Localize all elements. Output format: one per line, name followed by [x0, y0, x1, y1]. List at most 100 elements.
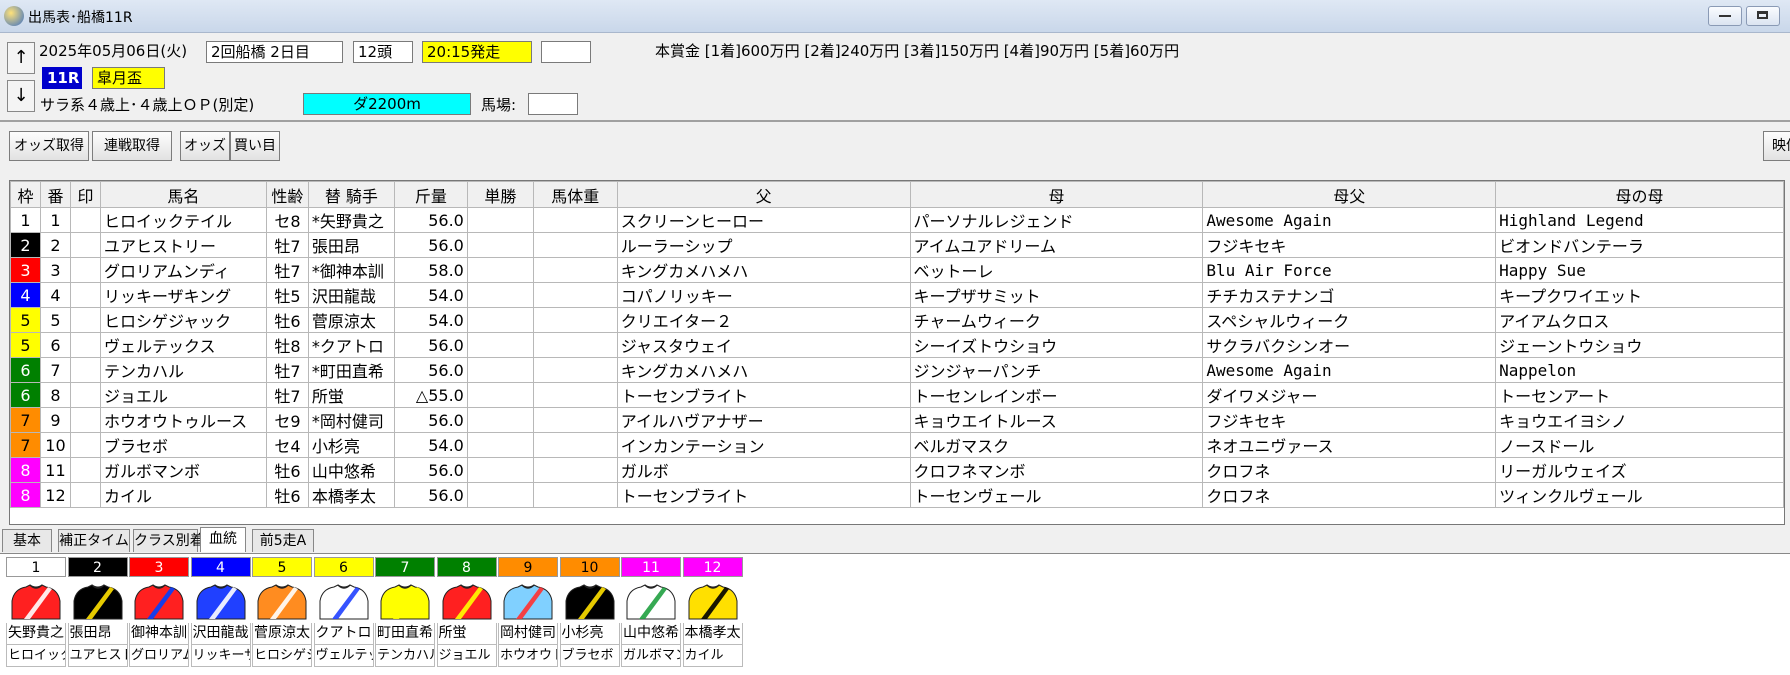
silk-slot[interactable]: 10 小杉亮 ブラセボ: [559, 557, 620, 671]
cell-damdam: Highland Legend: [1495, 207, 1784, 233]
table-row[interactable]: 3 3 グロリアムンディ 牡7 *御神本訓 58.0 キングカメハメハ ベットーレ Blu Ai…: [10, 257, 1784, 283]
table-row[interactable]: 1 1 ヒロイックテイル セ8 *矢野貴之 56.0 スクリーンヒーロー パーソナルレジェンド…: [10, 207, 1784, 233]
kaime-button[interactable]: 買い目: [230, 131, 280, 161]
table-row[interactable]: 6 7 テンカハル 牡7 *町田直希 56.0 キングカメハメハ ジンジャーパンチ Awesom…: [10, 357, 1784, 383]
cell-tansho: [466, 357, 534, 383]
next-race-button[interactable]: ↓: [7, 80, 35, 112]
silk-jockey-name: 岡村健司: [498, 623, 558, 645]
cell-name: カイル: [99, 482, 267, 508]
minimize-button[interactable]: [1708, 6, 1742, 26]
cell-sexage: 牡7: [265, 232, 309, 258]
col-ban[interactable]: 番: [39, 181, 71, 208]
tab-pedigree[interactable]: 血統: [200, 527, 246, 552]
table-row[interactable]: 5 5 ヒロシゲジャック 牡6 菅原涼太 54.0 クリエイター２ チャームウィーク スペシャル…: [10, 307, 1784, 333]
renpuku-fetch-button[interactable]: 連戦取得: [92, 131, 172, 161]
track-condition[interactable]: [528, 93, 578, 115]
cell-sire: アイルハヴアナザー: [616, 407, 911, 433]
jockey-silk-icon: [11, 584, 61, 620]
col-bataiju[interactable]: 馬体重: [532, 181, 618, 208]
cell-name: テンカハル: [99, 357, 267, 383]
tab-corrected-time[interactable]: 補正タイム: [58, 529, 130, 552]
silk-jockey-name: クアトロ: [313, 623, 374, 645]
silk-slot[interactable]: 8 所蛍 ジョエル: [436, 557, 497, 671]
col-sire[interactable]: 父: [616, 181, 911, 208]
table-row[interactable]: 2 2 ユアヒストリー 牡7 張田昂 56.0 ルーラーシップ アイムユアドリーム フジキセキビ…: [10, 232, 1784, 258]
jockey-silk-icon: [319, 584, 368, 620]
table-row[interactable]: 5 6 ヴェルテックス 牡8 *クアトロ 56.0 ジャスタウェイ シーイズトウショウ サクラバ…: [10, 332, 1784, 358]
table-row[interactable]: 4 4 リッキーザキング 牡5 沢田龍哉 54.0 コパノリッキー キープザサミット チチカステ…: [10, 282, 1784, 308]
table-row[interactable]: 7 10 ブラセボ セ4 小杉亮 54.0 インカンテーション ベルガマスク ネオユニヴァースノ…: [10, 432, 1784, 458]
cell-weight: △55.0: [393, 382, 468, 408]
silk-jockey-name: 小杉亮: [559, 623, 620, 645]
cell-ban: 7: [39, 357, 71, 383]
cell-name: ヴェルテックス: [99, 332, 267, 358]
track-label: 馬場:: [481, 96, 517, 114]
col-damsire[interactable]: 母父: [1202, 181, 1497, 208]
cell-jockey: 菅原涼太: [307, 307, 395, 333]
race-date: 2025年05月06日(火): [39, 42, 188, 60]
cell-damsire: Blu Air Force: [1202, 257, 1497, 283]
table-row[interactable]: 8 11 ガルボマンボ 牡6 山中悠希 56.0 ガルボ クロフネマンボ クロフネ リーガルウェイ…: [10, 457, 1784, 483]
col-damdam[interactable]: 母の母: [1495, 181, 1784, 208]
silk-slot[interactable]: 5 菅原涼太ヒロシゲシ: [252, 557, 312, 671]
tab-last5[interactable]: 前5走A: [252, 529, 314, 552]
cell-mark: [69, 207, 101, 233]
cell-weight: 56.0: [393, 207, 468, 233]
col-jockey[interactable]: 替 騎手: [307, 181, 395, 208]
jockey-silk-icon: [442, 584, 491, 620]
tab-basic[interactable]: 基本: [2, 529, 52, 552]
col-sexage[interactable]: 性齢: [265, 181, 309, 208]
col-dam[interactable]: 母: [909, 181, 1204, 208]
cell-bataiju: [532, 207, 618, 233]
silk-slot[interactable]: 6 クアトロヴェルテッ: [313, 557, 374, 671]
table-row[interactable]: 7 9 ホウオウトゥルース セ9 *岡村健司 56.0 アイルハヴアナザー キョウエイトルース…: [10, 407, 1784, 433]
silk-slot[interactable]: 4 沢田龍哉リッキーザ: [190, 557, 251, 671]
cell-sexage: 牡6: [265, 457, 309, 483]
cell-jockey: *矢野貴之: [307, 207, 395, 233]
silk-slot[interactable]: 12 本橋孝太 カイル: [682, 557, 743, 671]
silk-slot[interactable]: 11 山中悠希ガルボマン: [621, 557, 681, 671]
cell-sire: インカンテーション: [616, 432, 911, 458]
cell-dam: キープザサミット: [909, 282, 1204, 308]
odds-fetch-button[interactable]: オッズ取得: [9, 131, 89, 161]
col-weight[interactable]: 斤量: [393, 181, 468, 208]
jockey-silk-icon: [565, 584, 614, 620]
silk-slot[interactable]: 9 岡村健司ホウオウト: [498, 557, 558, 671]
col-waku[interactable]: 枠: [10, 181, 41, 208]
cell-tansho: [466, 307, 534, 333]
cell-weight: 54.0: [393, 307, 468, 333]
maximize-button[interactable]: [1746, 6, 1780, 26]
cell-mark: [69, 432, 101, 458]
cell-jockey: 本橋孝太: [307, 482, 395, 508]
col-tansho[interactable]: 単勝: [466, 181, 534, 208]
video-button[interactable]: 映像表: [1763, 131, 1790, 161]
cell-waku: 5: [10, 332, 41, 358]
silk-slot[interactable]: 7 町田直希テンカハル: [375, 557, 435, 671]
cell-waku: 4: [10, 282, 41, 308]
cell-sire: ジャスタウェイ: [616, 332, 911, 358]
col-name[interactable]: 馬名: [99, 181, 267, 208]
table-row[interactable]: 8 12 カイル 牡6 本橋孝太 56.0 トーセンブライト トーセンヴェール クロフネ ツィンク…: [10, 482, 1784, 508]
prev-race-button[interactable]: ↑: [7, 42, 35, 74]
cell-name: リッキーザキング: [99, 282, 267, 308]
cell-bataiju: [532, 482, 618, 508]
odds-button[interactable]: オッズ: [180, 131, 230, 161]
tab-class-results[interactable]: クラス別着: [133, 529, 204, 552]
silk-slot[interactable]: 3 御神本訓 グロリアム: [129, 557, 189, 671]
col-mark[interactable]: 印: [69, 181, 101, 208]
table-row[interactable]: 6 8 ジョエル 牡7 所蛍 △55.0 トーセンブライト トーセンレインボー ダイワメジャート…: [10, 382, 1784, 408]
cell-tansho: [466, 332, 534, 358]
silk-number: 3: [129, 557, 189, 577]
app-icon: [4, 6, 24, 26]
extra-field[interactable]: [541, 41, 591, 63]
cell-ban: 3: [39, 257, 71, 283]
cell-dam: キョウエイトルース: [909, 407, 1204, 433]
silk-slot[interactable]: 2 張田昂ユアヒスト: [67, 557, 128, 671]
cell-mark: [69, 257, 101, 283]
cell-dam: ベットーレ: [909, 257, 1204, 283]
silk-slot[interactable]: 1 矢野貴之ヒロイック: [6, 557, 66, 671]
cell-tansho: [466, 482, 534, 508]
cell-name: ホウオウトゥルース: [99, 407, 267, 433]
cell-sire: ガルボ: [616, 457, 911, 483]
silk-horse-name: ヴェルテッ: [313, 645, 374, 667]
